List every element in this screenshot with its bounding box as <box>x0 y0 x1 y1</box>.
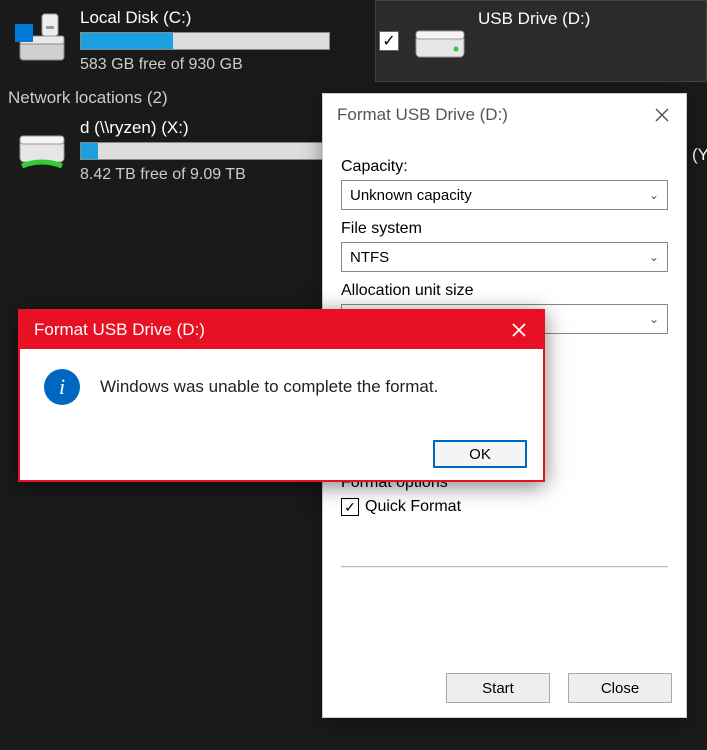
usb-drive-icon <box>410 9 470 69</box>
capacity-label: Capacity: <box>341 158 668 176</box>
filesystem-label: File system <box>341 220 668 238</box>
ok-button[interactable]: OK <box>433 440 527 468</box>
drive-tile-usb[interactable]: ✓ USB Drive (D:) <box>375 0 707 82</box>
info-icon: i <box>44 369 80 405</box>
filesystem-value: NTFS <box>350 249 389 266</box>
error-dialog: Format USB Drive (D:) i Windows was unab… <box>18 309 545 482</box>
capacity-bar <box>80 32 330 50</box>
drives-row: Local Disk (C:) 583 GB free of 930 GB ✓ … <box>0 0 707 82</box>
network-drive-icon <box>12 118 72 178</box>
dialog-titlebar[interactable]: Format USB Drive (D:) <box>20 311 543 349</box>
quick-format-label: Quick Format <box>365 498 461 516</box>
drive-tile-local[interactable]: Local Disk (C:) 583 GB free of 930 GB <box>0 0 375 82</box>
chevron-down-icon: ⌄ <box>649 250 659 264</box>
capacity-select[interactable]: Unknown capacity ⌄ <box>341 180 668 210</box>
capacity-value: Unknown capacity <box>350 187 472 204</box>
close-icon[interactable] <box>652 105 672 125</box>
truncated-text: (Y <box>692 145 707 165</box>
close-icon[interactable] <box>509 320 529 340</box>
drive-select-checkbox[interactable]: ✓ <box>379 31 399 51</box>
start-button[interactable]: Start <box>446 673 550 703</box>
chevron-down-icon: ⌄ <box>649 188 659 202</box>
quick-format-checkbox[interactable]: ✓ <box>341 498 359 516</box>
divider <box>341 566 668 568</box>
drive-free-text: 583 GB free of 930 GB <box>80 56 363 74</box>
chevron-down-icon: ⌄ <box>649 312 659 326</box>
dialog-title: Format USB Drive (D:) <box>337 105 508 125</box>
capacity-bar <box>80 142 330 160</box>
filesystem-select[interactable]: NTFS ⌄ <box>341 242 668 272</box>
allocation-label: Allocation unit size <box>341 282 668 300</box>
local-disk-icon <box>12 8 72 68</box>
dialog-title: Format USB Drive (D:) <box>34 320 205 340</box>
close-button[interactable]: Close <box>568 673 672 703</box>
error-message: Windows was unable to complete the forma… <box>100 377 438 397</box>
drive-name: USB Drive (D:) <box>478 9 694 29</box>
drive-name: Local Disk (C:) <box>80 8 363 28</box>
dialog-titlebar[interactable]: Format USB Drive (D:) <box>323 94 686 136</box>
